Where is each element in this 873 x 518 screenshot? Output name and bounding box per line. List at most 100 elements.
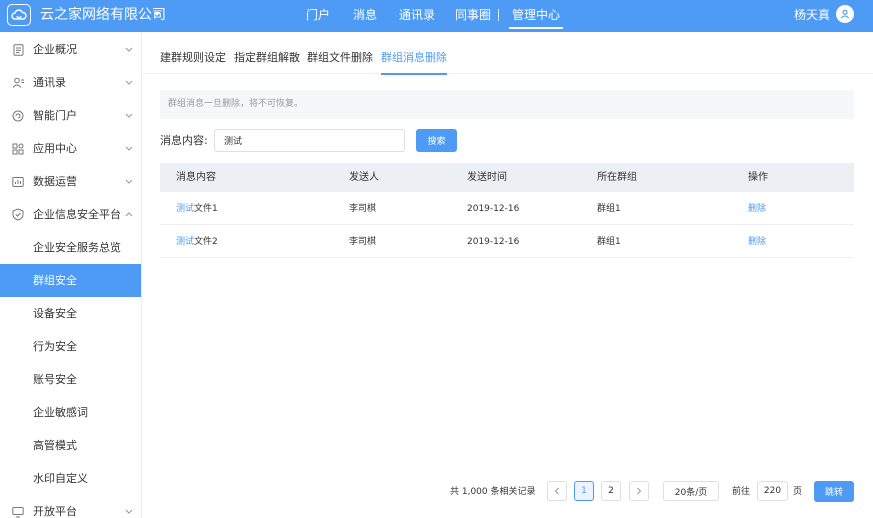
sidebar-item-label: 数据运营 bbox=[33, 174, 77, 188]
data-icon bbox=[11, 175, 25, 189]
sidebar-subitem-label: 高管模式 bbox=[33, 438, 77, 452]
contacts-icon bbox=[11, 76, 25, 90]
goto-label: 前往 bbox=[732, 487, 751, 497]
message-content-cell: 测试文件2 bbox=[176, 236, 218, 248]
delete-link[interactable]: 删除 bbox=[748, 203, 766, 215]
sidebar-subitem-behavior-security[interactable]: 行为安全 bbox=[0, 330, 141, 363]
sidebar-item-enterprise-overview[interactable]: 企业概况 bbox=[0, 33, 141, 66]
sidebar-subitem-executive-mode[interactable]: 高管模式 bbox=[0, 429, 141, 462]
sidebar-item-label: 开放平台 bbox=[33, 504, 77, 518]
column-header: 发送人 bbox=[349, 172, 379, 183]
keyword-highlight[interactable]: 测试 bbox=[176, 204, 194, 214]
send-time-cell: 2019-12-16 bbox=[467, 237, 520, 247]
chevron-down-icon bbox=[124, 111, 133, 120]
page-unit-label: 页 bbox=[793, 487, 803, 497]
nav-admin-center[interactable]: 管理中心 bbox=[508, 8, 564, 29]
nav-portal[interactable]: 门户 bbox=[306, 8, 330, 22]
sidebar-subitem-label: 行为安全 bbox=[33, 339, 77, 353]
chevron-up-icon bbox=[124, 210, 133, 219]
sidebar-item-label: 企业概况 bbox=[33, 42, 77, 56]
sidebar-item-data-ops[interactable]: 数据运营 bbox=[0, 165, 141, 198]
sidebar-item-app-center[interactable]: 应用中心 bbox=[0, 132, 141, 165]
sender-cell: 李司棋 bbox=[349, 237, 377, 247]
user-name[interactable]: 杨天真 bbox=[794, 8, 830, 22]
search-button[interactable]: 搜索 bbox=[416, 129, 457, 152]
avatar-icon[interactable] bbox=[836, 5, 854, 23]
sidebar-subitem-security-overview[interactable]: 企业安全服务总览 bbox=[0, 231, 141, 264]
column-header: 消息内容 bbox=[176, 172, 216, 183]
table-row: 测试文件1 李司棋 2019-12-16 群组1 删除 bbox=[160, 192, 854, 225]
chevron-left-icon bbox=[554, 487, 559, 495]
message-content-input[interactable] bbox=[214, 129, 405, 152]
sidebar-subitem-sensitive-words[interactable]: 企业敏感词 bbox=[0, 396, 141, 429]
column-header: 所在群组 bbox=[597, 172, 637, 183]
page-size-select[interactable]: 20条/页 bbox=[663, 481, 719, 501]
sidebar-item-smart-portal[interactable]: 智能门户 bbox=[0, 99, 141, 132]
sidebar: 企业概况 通讯录 智能门户 应用中心 数据运营 企业信息安全平台 企业安全服务总… bbox=[0, 32, 142, 518]
chevron-down-icon bbox=[124, 144, 133, 153]
page-button-2[interactable]: 2 bbox=[601, 481, 621, 501]
sidebar-item-label: 应用中心 bbox=[33, 141, 77, 155]
company-name[interactable]: 云之家网络有限公司 bbox=[40, 6, 166, 24]
goto-page-input[interactable]: 220 bbox=[757, 481, 788, 501]
group-cell: 群组1 bbox=[597, 204, 621, 214]
page-button-1[interactable]: 1 bbox=[574, 481, 594, 501]
nav-contacts[interactable]: 通讯录 bbox=[399, 8, 435, 22]
message-content-rest: 文件1 bbox=[194, 204, 218, 214]
top-bar: 云之家网络有限公司 门户 消息 通讯录 同事圈 管理中心 杨天真 bbox=[0, 0, 873, 32]
chevron-down-icon bbox=[124, 45, 133, 54]
table-row: 测试文件2 李司棋 2019-12-16 群组1 删除 bbox=[160, 225, 854, 258]
sender-cell: 李司棋 bbox=[349, 204, 377, 214]
sidebar-item-label: 智能门户 bbox=[33, 108, 77, 122]
monitor-icon bbox=[11, 505, 25, 518]
nav-colleague-circle[interactable]: 同事圈 bbox=[455, 8, 491, 22]
prev-page-button[interactable] bbox=[547, 481, 567, 501]
nav-divider bbox=[498, 9, 499, 21]
cloud-logo-icon bbox=[7, 4, 31, 26]
portal-icon bbox=[11, 109, 25, 123]
group-cell: 群组1 bbox=[597, 237, 621, 247]
chevron-down-icon bbox=[124, 177, 133, 186]
caret-down-icon[interactable] bbox=[154, 12, 160, 16]
sidebar-subitem-group-security[interactable]: 群组安全 bbox=[0, 264, 141, 297]
sidebar-subitem-label: 群组安全 bbox=[33, 273, 77, 287]
jump-button[interactable]: 跳转 bbox=[814, 481, 854, 502]
message-content-rest: 文件2 bbox=[194, 237, 218, 247]
sidebar-subitem-label: 企业敏感词 bbox=[33, 405, 88, 419]
column-header: 操作 bbox=[748, 172, 768, 183]
tab-delete-group-files[interactable]: 群组文件删除 bbox=[307, 51, 373, 65]
sidebar-subitem-label: 设备安全 bbox=[33, 306, 77, 320]
warning-notice: 群组消息一旦删除，将不可恢复。 bbox=[160, 90, 854, 119]
sidebar-subitem-label: 水印自定义 bbox=[33, 471, 88, 485]
message-content-cell: 测试文件1 bbox=[176, 203, 218, 215]
sidebar-item-label: 通讯录 bbox=[33, 75, 66, 89]
sidebar-item-open-platform[interactable]: 开放平台 bbox=[0, 495, 141, 518]
sidebar-item-contacts[interactable]: 通讯录 bbox=[0, 66, 141, 99]
total-records: 共 1,000 条相关记录 bbox=[450, 487, 536, 497]
apps-icon bbox=[11, 142, 25, 156]
table-header: 消息内容 发送人 发送时间 所在群组 操作 bbox=[160, 163, 854, 192]
delete-link[interactable]: 删除 bbox=[748, 236, 766, 248]
sidebar-subitem-device-security[interactable]: 设备安全 bbox=[0, 297, 141, 330]
column-header: 发送时间 bbox=[467, 172, 507, 183]
chevron-right-icon bbox=[637, 487, 642, 495]
main-content: 建群规则设定 指定群组解散 群组文件删除 群组消息删除 群组消息一旦删除，将不可… bbox=[143, 32, 873, 518]
sidebar-item-security-platform[interactable]: 企业信息安全平台 bbox=[0, 198, 141, 231]
tab-dissolve-group[interactable]: 指定群组解散 bbox=[234, 51, 300, 65]
chevron-down-icon bbox=[124, 78, 133, 87]
sidebar-subitem-watermark[interactable]: 水印自定义 bbox=[0, 462, 141, 495]
sidebar-subitem-label: 账号安全 bbox=[33, 372, 77, 386]
tab-delete-group-messages[interactable]: 群组消息删除 bbox=[381, 51, 447, 75]
next-page-button[interactable] bbox=[629, 481, 649, 501]
sidebar-item-label: 企业信息安全平台 bbox=[33, 207, 121, 221]
nav-messages[interactable]: 消息 bbox=[353, 8, 377, 22]
tab-group-rules[interactable]: 建群规则设定 bbox=[160, 51, 226, 65]
search-label: 消息内容: bbox=[160, 134, 208, 147]
chevron-down-icon bbox=[124, 507, 133, 516]
sidebar-subitem-account-security[interactable]: 账号安全 bbox=[0, 363, 141, 396]
keyword-highlight[interactable]: 测试 bbox=[176, 237, 194, 247]
send-time-cell: 2019-12-16 bbox=[467, 204, 520, 214]
shield-icon bbox=[11, 208, 25, 222]
sidebar-subitem-label: 企业安全服务总览 bbox=[33, 240, 121, 254]
document-icon bbox=[11, 43, 25, 57]
